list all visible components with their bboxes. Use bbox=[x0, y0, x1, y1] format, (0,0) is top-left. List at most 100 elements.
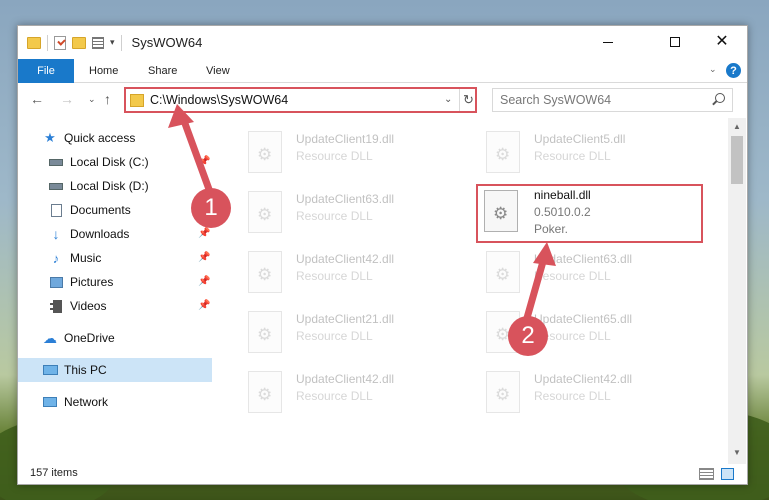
sidebar-item-documents[interactable]: Documents bbox=[48, 199, 131, 221]
file-type: Resource DLL bbox=[534, 389, 611, 403]
folder-icon bbox=[27, 36, 41, 49]
search-icon[interactable] bbox=[715, 93, 725, 103]
sidebar-item-music[interactable]: ♪ Music bbox=[48, 247, 102, 269]
dll-file-icon bbox=[486, 131, 520, 173]
file-list: UpdateClient19.dll Resource DLL UpdateCl… bbox=[228, 123, 728, 459]
scroll-down-icon[interactable]: ▼ bbox=[733, 448, 741, 457]
file-item[interactable]: UpdateClient42.dll Resource DLL bbox=[476, 365, 676, 419]
file-name: UpdateClient63.dll bbox=[534, 252, 633, 266]
file-item[interactable]: UpdateClient5.dll Resource DLL bbox=[476, 125, 676, 179]
star-icon: ★ bbox=[44, 130, 56, 145]
documents-icon bbox=[48, 203, 64, 217]
file-item[interactable]: UpdateClient63.dll Resource DLL bbox=[476, 245, 676, 299]
file-name: UpdateClient42.dll bbox=[296, 372, 395, 386]
window-title: SysWOW64 bbox=[131, 35, 203, 50]
close-icon: ✕ bbox=[715, 33, 729, 50]
details-view-icon[interactable] bbox=[699, 468, 714, 480]
chevron-down-icon[interactable]: ▾ bbox=[110, 37, 115, 48]
file-name: UpdateClient42.dll bbox=[296, 252, 395, 266]
sidebar-item-videos[interactable]: Videos bbox=[48, 295, 106, 317]
sidebar-item-label: Quick access bbox=[64, 131, 136, 145]
tab-home[interactable]: Home bbox=[89, 59, 118, 83]
sidebar-item-this-pc[interactable]: This PC bbox=[42, 359, 107, 381]
close-button[interactable]: ✕ bbox=[699, 26, 745, 58]
pin-icon[interactable]: 📌 bbox=[198, 276, 210, 287]
chevron-down-icon[interactable]: ⌄ bbox=[444, 94, 452, 105]
file-name: UpdateClient42.dll bbox=[534, 372, 633, 386]
search-placeholder: Search SysWOW64 bbox=[500, 93, 612, 107]
download-icon: ↓ bbox=[52, 226, 60, 242]
network-icon bbox=[42, 395, 58, 409]
file-name: UpdateClient65.dll bbox=[534, 312, 633, 326]
refresh-icon[interactable]: ↻ bbox=[459, 89, 477, 111]
file-item[interactable]: UpdateClient42.dll Resource DLL bbox=[238, 365, 438, 419]
maximize-button[interactable] bbox=[652, 26, 698, 58]
recent-locations-icon[interactable]: ⌄ bbox=[88, 94, 96, 105]
drive-icon bbox=[48, 179, 64, 193]
status-bar: 157 items bbox=[18, 464, 747, 486]
file-type: Resource DLL bbox=[534, 269, 611, 283]
file-item[interactable]: UpdateClient21.dll Resource DLL bbox=[238, 305, 438, 359]
sidebar-item-downloads[interactable]: ↓ Downloads bbox=[48, 223, 130, 245]
pin-icon[interactable]: 📌 bbox=[198, 156, 210, 167]
computer-icon bbox=[42, 363, 58, 377]
pin-icon[interactable]: 📌 bbox=[198, 252, 210, 263]
sidebar-item-onedrive[interactable]: ☁ OneDrive bbox=[42, 327, 115, 349]
file-type: Resource DLL bbox=[296, 389, 373, 403]
dll-file-icon bbox=[486, 251, 520, 293]
music-icon: ♪ bbox=[52, 250, 60, 266]
file-item[interactable]: UpdateClient19.dll Resource DLL bbox=[238, 125, 438, 179]
sidebar-item-label: Videos bbox=[70, 299, 107, 313]
sidebar-item-label: OneDrive bbox=[64, 331, 115, 345]
large-icons-view-icon[interactable] bbox=[721, 468, 734, 480]
pictures-icon bbox=[48, 275, 64, 289]
file-item[interactable]: UpdateClient63.dll Resource DLL bbox=[238, 185, 438, 239]
sidebar-item-label: Pictures bbox=[70, 275, 114, 289]
toolbar-divider bbox=[120, 34, 122, 51]
help-icon[interactable]: ? bbox=[726, 63, 741, 78]
step-2-badge: 2 bbox=[508, 316, 548, 356]
sidebar-item-label: Local Disk (C:) bbox=[70, 155, 149, 169]
sidebar-item-local-disk-d[interactable]: Local Disk (D:) bbox=[48, 175, 149, 197]
pin-icon[interactable]: 📌 bbox=[198, 228, 210, 239]
tab-share[interactable]: Share bbox=[148, 59, 177, 83]
properties-icon[interactable] bbox=[92, 36, 104, 49]
forward-arrow-icon[interactable]: → bbox=[60, 91, 74, 107]
item-count: 157 items bbox=[30, 467, 78, 479]
sidebar-item-local-disk-c[interactable]: Local Disk (C:) bbox=[48, 151, 149, 173]
search-input[interactable]: Search SysWOW64 bbox=[492, 88, 733, 112]
up-arrow-icon[interactable]: ↑ bbox=[104, 91, 111, 107]
file-item[interactable]: UpdateClient42.dll Resource DLL bbox=[238, 245, 438, 299]
dll-file-icon bbox=[248, 191, 282, 233]
file-item[interactable]: UpdateClient65.dll Resource DLL bbox=[476, 305, 676, 359]
minimize-button[interactable] bbox=[585, 26, 631, 58]
file-name: UpdateClient5.dll bbox=[534, 132, 626, 146]
expand-ribbon-icon[interactable]: ⌄ bbox=[709, 64, 717, 75]
address-bar[interactable]: C:\Windows\SysWOW64 ⌄ ↻ bbox=[124, 87, 477, 113]
file-name: UpdateClient19.dll bbox=[296, 132, 395, 146]
tab-file[interactable]: File bbox=[18, 59, 74, 83]
folder-icon bbox=[130, 93, 144, 107]
pin-icon[interactable]: 📌 bbox=[198, 300, 210, 311]
file-type: Resource DLL bbox=[296, 149, 373, 163]
scroll-up-icon[interactable]: ▲ bbox=[733, 122, 741, 131]
scroll-thumb[interactable] bbox=[731, 136, 743, 184]
vertical-scrollbar[interactable]: ▲ ▼ bbox=[728, 118, 746, 464]
file-type: Resource DLL bbox=[296, 209, 373, 223]
properties-check-icon[interactable] bbox=[54, 35, 66, 50]
drive-icon bbox=[48, 155, 64, 169]
navigation-pane: ★ Quick access Local Disk (C:) 📌 Local D… bbox=[18, 123, 212, 459]
new-folder-icon[interactable] bbox=[72, 36, 86, 49]
address-path[interactable]: C:\Windows\SysWOW64 bbox=[150, 93, 288, 107]
sidebar-item-label: Local Disk (D:) bbox=[70, 179, 149, 193]
dll-file-icon bbox=[248, 311, 282, 353]
dll-file-icon bbox=[248, 131, 282, 173]
sidebar-item-quick-access[interactable]: ★ Quick access bbox=[42, 127, 135, 149]
sidebar-item-network[interactable]: Network bbox=[42, 391, 108, 413]
tab-view[interactable]: View bbox=[206, 59, 230, 83]
sidebar-item-pictures[interactable]: Pictures bbox=[48, 271, 113, 293]
back-arrow-icon[interactable]: ← bbox=[30, 91, 44, 107]
sidebar-item-label: This PC bbox=[64, 363, 107, 377]
file-type: Resource DLL bbox=[296, 269, 373, 283]
explorer-window: ▾ SysWOW64 ✕ File Home Share View ⌄ ? ← … bbox=[17, 25, 748, 485]
